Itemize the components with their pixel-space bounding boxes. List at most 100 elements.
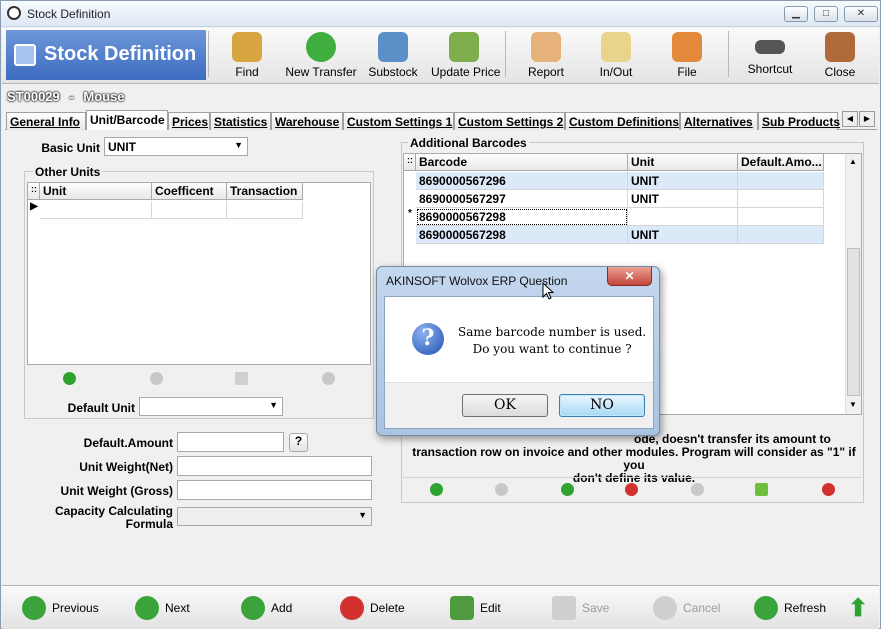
unit-weight-net-field[interactable] [177,456,372,476]
tab-alternatives[interactable]: Alternatives [680,112,758,130]
basic-unit-value: UNIT [108,140,136,154]
close-button[interactable]: Close [820,30,860,80]
update-price-button[interactable]: Update Price [431,30,500,80]
tab-general-info[interactable]: General Info [6,112,86,130]
shortcut-label: Shortcut [747,62,793,76]
column-coefficent[interactable]: Coefficent [152,183,227,200]
barcode-cell[interactable]: 8690000567298 [416,226,628,244]
ok-button[interactable]: OK [462,394,548,417]
report-button[interactable]: Report [524,30,568,80]
add-label: Add [271,601,293,615]
unit-cell[interactable] [628,208,738,226]
file-icon [672,32,702,62]
barcode-cell[interactable]: 8690000567296 [416,172,628,190]
shortcut-button[interactable]: Shortcut [744,30,796,80]
default-amount-help-button[interactable]: ? [289,433,308,452]
tab-custom-settings-2[interactable]: Custom Settings 2 [454,112,565,130]
stock-definition-icon [14,44,36,66]
scroll-down-icon[interactable]: ▼ [849,400,857,409]
report-icon [531,32,561,62]
default-amount-cell[interactable] [738,190,824,208]
column-unit[interactable]: Unit [628,154,738,171]
stock-name: Mouse [83,89,125,104]
cancel-barcode-icon[interactable] [822,483,835,496]
column-unit[interactable]: Unit [40,183,152,200]
stock-code: ST00029 [7,89,60,104]
grid-corner: :: [404,154,416,171]
other-units-grid[interactable]: :: Unit Coefficent Transaction ▶ [27,182,371,365]
scroll-thumb[interactable] [847,248,860,396]
tab-unit-barcode[interactable]: Unit/Barcode [86,110,168,130]
remove-unit-icon[interactable] [150,372,163,385]
maximize-button[interactable]: □ [814,6,838,22]
add-unit-icon[interactable] [63,372,76,385]
add-barcode-icon[interactable] [561,483,574,496]
substock-button[interactable]: Substock [368,30,418,80]
confirm-unit-icon[interactable] [235,372,248,385]
previous-icon [22,596,46,620]
column-barcode[interactable]: Barcode [416,154,628,171]
chevron-down-icon: ▼ [358,510,367,520]
default-amount-cell[interactable] [738,208,824,226]
table-cell[interactable] [40,201,152,219]
stock-separator: - [69,89,74,104]
column-default-amount[interactable]: Default.Amo... [738,154,824,171]
column-transaction[interactable]: Transaction [227,183,303,200]
capacity-formula-select[interactable]: ▼ [177,507,372,526]
dialog-message-line1: Same barcode number is used. [458,325,647,339]
save-label: Save [582,601,610,615]
barcode-cell[interactable]: 8690000567297 [416,190,628,208]
tab-sub-products[interactable]: Sub Products [758,112,840,130]
in-out-button[interactable]: In/Out [596,30,636,80]
tab-statistics[interactable]: Statistics [210,112,271,130]
previous-barcode-icon[interactable] [430,483,443,496]
scroll-top-arrow-icon[interactable]: ⬆ [848,594,868,623]
unit-cell[interactable]: UNIT [628,190,738,208]
tab-custom-definitions[interactable]: Custom Definitions [565,112,680,130]
tab-scroll-right-icon[interactable]: ▶ [859,111,875,127]
table-cell[interactable] [152,201,227,219]
default-amount-field[interactable] [177,432,284,452]
next-label: Next [165,601,190,615]
new-transfer-button[interactable]: New Transfer [284,30,358,80]
default-unit-label: Default Unit [67,401,135,415]
refresh-label: Refresh [784,601,827,615]
note-line-2: transaction row on invoice and other mod… [412,445,856,472]
dialog-close-button[interactable]: ✕ [607,267,652,286]
navigation-bar: Previous Next Add Delete Edit Save Cance… [2,585,879,629]
delete-barcode-icon[interactable] [625,483,638,496]
default-amount-cell[interactable] [738,172,824,190]
barcodes-scrollbar[interactable]: ▲ ▼ [845,154,861,414]
minimize-button[interactable]: ▁ [784,6,808,22]
new-row-indicator: * [408,208,412,219]
next-barcode-icon[interactable] [495,483,508,496]
basic-unit-select[interactable]: UNIT ▼ [104,137,248,156]
new-transfer-label: New Transfer [285,65,357,79]
find-button[interactable]: Find [224,30,270,80]
mouse-cursor-icon [542,282,554,300]
title-bar: Stock Definition ▁ □ ✕ [1,1,880,27]
stock-record-header: ST00029 - Mouse [7,89,125,104]
table-cell[interactable] [227,201,303,219]
unit-weight-gross-field[interactable] [177,480,372,500]
default-amount-cell[interactable] [738,226,824,244]
edit-barcode-icon[interactable] [691,483,704,496]
file-button[interactable]: File [670,30,704,80]
tab-custom-settings-1[interactable]: Custom Settings 1 [343,112,454,130]
no-button[interactable]: NO [559,394,645,417]
scroll-up-icon[interactable]: ▲ [849,157,857,166]
barcode-cell[interactable]: 8690000567298 [416,208,628,226]
unit-cell[interactable]: UNIT [628,172,738,190]
tab-prices[interactable]: Prices [168,112,210,130]
unit-weight-net-label: Unit Weight(Net) [79,460,173,474]
tab-warehouse[interactable]: Warehouse [271,112,343,130]
question-dialog: AKINSOFT Wolvox ERP Question ✕ ? Same ba… [376,266,660,436]
default-unit-select[interactable]: ▼ [139,397,283,416]
brand-title: Stock Definition [44,43,197,65]
window-close-button[interactable]: ✕ [844,6,878,22]
unit-cell[interactable]: UNIT [628,226,738,244]
edit-label: Edit [480,601,501,615]
confirm-barcode-icon[interactable] [755,483,768,496]
cancel-unit-icon[interactable] [322,372,335,385]
tab-scroll-left-icon[interactable]: ◀ [842,111,858,127]
